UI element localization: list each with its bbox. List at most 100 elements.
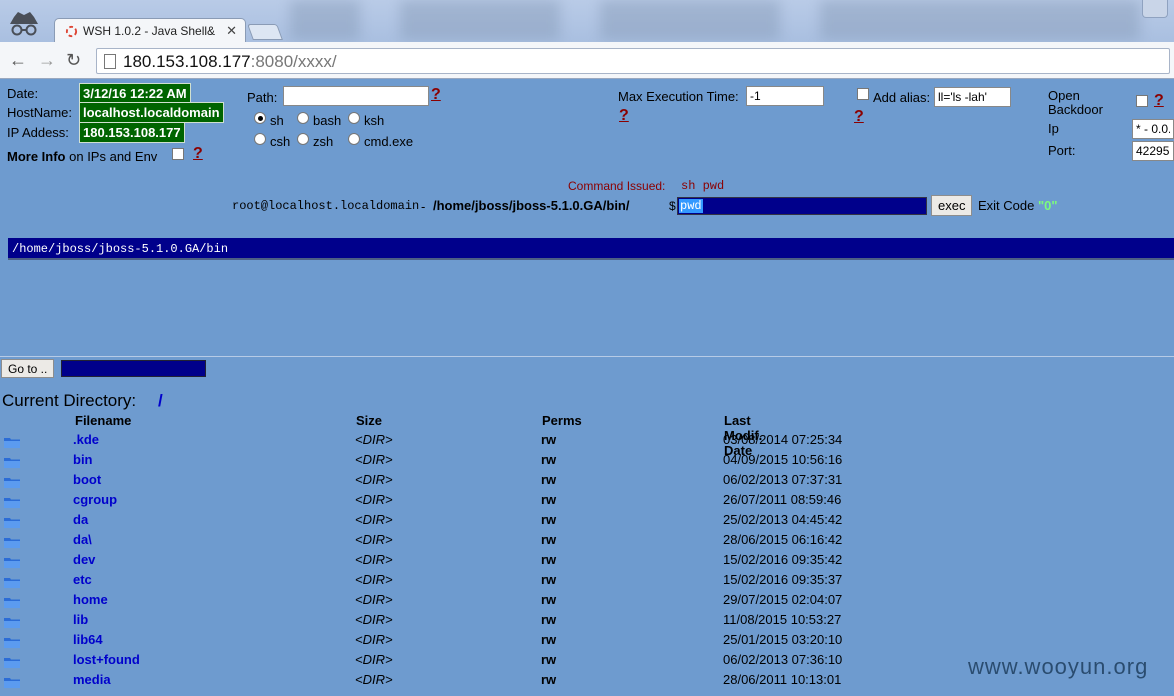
goto-input[interactable]: [61, 360, 206, 377]
table-row[interactable]: .kde <DIR> rw 03/08/2014 07:25:34: [0, 431, 900, 451]
column-header-size: Size: [356, 413, 383, 428]
alias-help-icon[interactable]: ?: [854, 108, 864, 126]
shell-option-label: cmd.exe: [364, 134, 414, 149]
folder-icon[interactable]: [4, 556, 20, 568]
folder-icon[interactable]: [4, 456, 20, 468]
file-name-link[interactable]: da: [73, 512, 88, 527]
hostname-label: HostName:: [7, 105, 73, 120]
file-perms: rw: [541, 632, 557, 647]
file-name-link[interactable]: boot: [73, 472, 101, 487]
table-row[interactable]: lib <DIR> rw 11/08/2015 10:53:27: [0, 611, 900, 631]
file-date: 06/02/2013 07:37:31: [723, 472, 843, 487]
file-name-link[interactable]: lost+found: [73, 652, 140, 667]
folder-icon[interactable]: [4, 636, 20, 648]
folder-icon[interactable]: [4, 536, 20, 548]
goto-button[interactable]: Go to ..: [1, 359, 55, 378]
add-alias-checkbox[interactable]: [857, 88, 869, 100]
max-execution-time-input[interactable]: [746, 86, 824, 106]
loading-favicon-icon: [65, 25, 78, 38]
folder-icon[interactable]: [4, 656, 20, 668]
file-date: 15/02/2016 09:35:42: [723, 552, 843, 567]
wsh-page: Date: 3/12/16 12:22 AM HostName: localho…: [0, 80, 1174, 696]
table-row[interactable]: cgroup <DIR> rw 26/07/2011 08:59:46: [0, 491, 900, 511]
command-input[interactable]: pwd: [677, 197, 927, 215]
shell-radio-ksh[interactable]: [348, 112, 360, 124]
file-perms: rw: [541, 572, 557, 587]
file-name-link[interactable]: bin: [73, 452, 93, 467]
file-perms: rw: [541, 492, 557, 507]
backdoor-help-icon[interactable]: ?: [1154, 92, 1164, 110]
add-alias-label: Add alias:: [873, 90, 931, 105]
folder-icon[interactable]: [4, 576, 20, 588]
file-size: <DIR>: [355, 432, 393, 447]
table-row[interactable]: boot <DIR> rw 06/02/2013 07:37:31: [0, 471, 900, 491]
address-bar[interactable]: 180.153.108.177:8080/xxxx/: [96, 48, 1170, 74]
path-help-icon[interactable]: ?: [431, 86, 441, 104]
exec-button[interactable]: exec: [931, 195, 973, 216]
max-time-help-icon[interactable]: ?: [619, 107, 629, 125]
file-perms: rw: [541, 512, 557, 527]
file-name-link[interactable]: da\: [73, 532, 92, 547]
file-size: <DIR>: [355, 472, 393, 487]
file-name-link[interactable]: .kde: [73, 432, 99, 447]
hostname-value: localhost.localdomain: [79, 102, 224, 123]
folder-icon[interactable]: [4, 596, 20, 608]
new-tab-button[interactable]: [247, 24, 283, 40]
file-date: 26/07/2011 08:59:46: [723, 492, 842, 507]
table-row[interactable]: lost+found <DIR> rw 06/02/2013 07:36:10: [0, 651, 900, 671]
table-row[interactable]: etc <DIR> rw 15/02/2016 09:35:37: [0, 571, 900, 591]
incognito-icon: [10, 12, 38, 36]
file-name-link[interactable]: etc: [73, 572, 92, 587]
folder-icon[interactable]: [4, 516, 20, 528]
file-date: 03/08/2014 07:25:34: [723, 432, 843, 447]
file-name-link[interactable]: cgroup: [73, 492, 117, 507]
shell-radio-zsh[interactable]: [297, 133, 309, 145]
table-row[interactable]: lib64 <DIR> rw 25/01/2015 03:20:10: [0, 631, 900, 651]
command-output: /home/jboss/jboss-5.1.0.GA/bin: [8, 238, 1174, 260]
folder-icon[interactable]: [4, 496, 20, 508]
alias-input[interactable]: [934, 87, 1011, 107]
file-name-link[interactable]: home: [73, 592, 108, 607]
back-arrow-icon[interactable]: ←: [9, 50, 27, 70]
shell-radio-csh[interactable]: [254, 133, 266, 145]
backdoor-port-input[interactable]: [1132, 141, 1174, 161]
current-directory-link[interactable]: /: [158, 391, 163, 411]
more-info-help-icon[interactable]: ?: [193, 145, 203, 163]
table-row[interactable]: media <DIR> rw 28/06/2011 10:13:01: [0, 671, 900, 691]
file-date: 28/06/2011 10:13:01: [723, 672, 842, 687]
exit-code-label: Exit Code: [978, 198, 1035, 213]
shell-radio-bash[interactable]: [297, 112, 309, 124]
open-backdoor-checkbox[interactable]: [1136, 95, 1148, 107]
more-info-checkbox[interactable]: [172, 148, 184, 160]
backdoor-ip-input[interactable]: [1132, 119, 1174, 139]
current-directory-label: Current Directory:: [2, 391, 137, 410]
file-date: 28/06/2015 06:16:42: [723, 532, 843, 547]
file-perms: rw: [541, 652, 557, 667]
window-control[interactable]: [1142, 0, 1168, 18]
file-date: 25/02/2013 04:45:42: [723, 512, 843, 527]
shell-radio-cmd[interactable]: [348, 133, 360, 145]
folder-icon[interactable]: [4, 476, 20, 488]
table-row[interactable]: bin <DIR> rw 04/09/2015 10:56:16: [0, 451, 900, 471]
table-row[interactable]: da <DIR> rw 25/02/2013 04:45:42: [0, 511, 900, 531]
file-name-link[interactable]: lib64: [73, 632, 103, 647]
more-info-rest: on IPs and Env: [69, 149, 158, 164]
page-icon: [104, 54, 116, 69]
file-name-link[interactable]: lib: [73, 612, 88, 627]
reload-icon[interactable]: ↻: [66, 50, 81, 70]
file-size: <DIR>: [355, 532, 393, 547]
folder-icon[interactable]: [4, 436, 20, 448]
forward-arrow-icon[interactable]: →: [38, 50, 56, 70]
table-row[interactable]: home <DIR> rw 29/07/2015 02:04:07: [0, 591, 900, 611]
file-name-link[interactable]: dev: [73, 552, 95, 567]
file-name-link[interactable]: media: [73, 672, 111, 687]
shell-radio-sh[interactable]: [254, 112, 266, 124]
folder-icon[interactable]: [4, 676, 20, 688]
shell-option-label: bash: [313, 113, 342, 128]
browser-tab-active[interactable]: WSH 1.0.2 - Java Shell& ✕: [54, 18, 246, 43]
folder-icon[interactable]: [4, 616, 20, 628]
path-input[interactable]: [283, 86, 429, 106]
table-row[interactable]: dev <DIR> rw 15/02/2016 09:35:42: [0, 551, 900, 571]
tab-close-icon[interactable]: ✕: [226, 23, 237, 39]
table-row[interactable]: da\ <DIR> rw 28/06/2015 06:16:42: [0, 531, 900, 551]
